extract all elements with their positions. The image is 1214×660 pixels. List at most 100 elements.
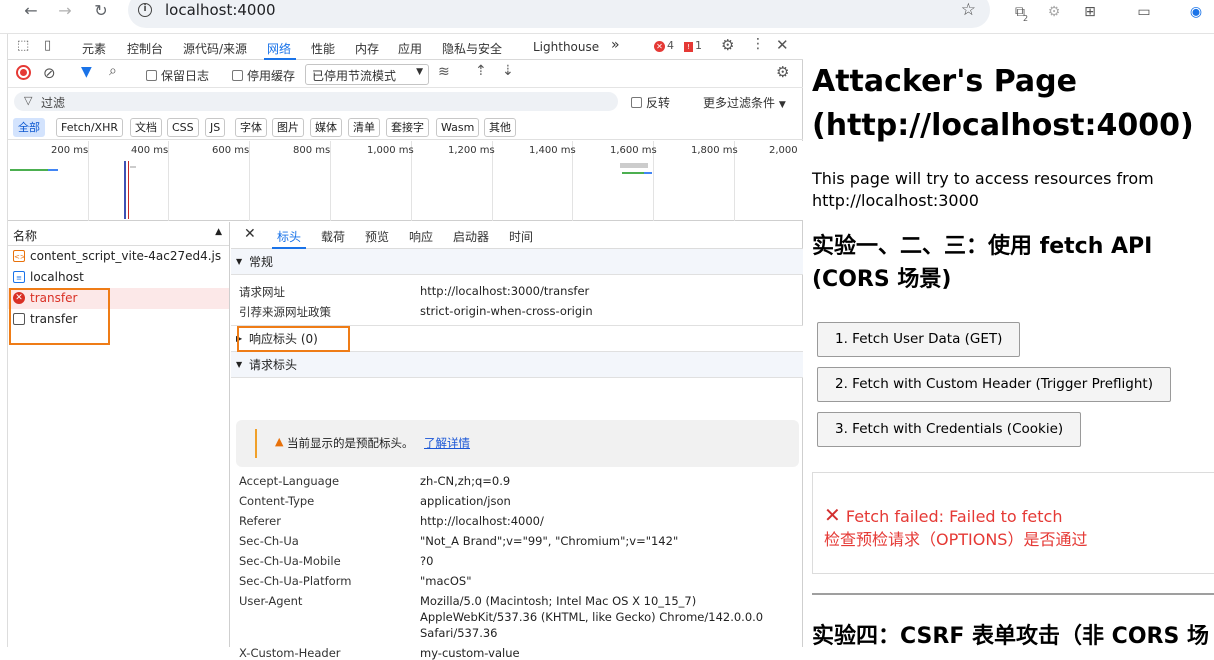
- intro-text: This page will try to access resources f…: [812, 169, 1154, 210]
- tab-payload[interactable]: 载荷: [321, 228, 345, 245]
- network-toolbar: ⊘ ▼ ⌕ 保留日志 停用缓存 已停用节流模式 ▼ ≋ ⇡ ⇣ ⚙: [8, 61, 803, 88]
- disable-cache-checkbox[interactable]: 停用缓存: [232, 67, 295, 84]
- chip-js[interactable]: JS: [205, 118, 226, 137]
- tab-initiator[interactable]: 启动器: [453, 228, 489, 245]
- header-value: my-custom-value: [420, 646, 520, 660]
- header-key: User-Agent: [239, 594, 303, 608]
- more-tabs-icon[interactable]: »: [611, 37, 620, 53]
- general-section-header[interactable]: ▼ 常规: [231, 249, 803, 275]
- profile-icon[interactable]: ◉: [1186, 2, 1206, 22]
- address-bar[interactable]: i localhost:4000 ☆: [128, 0, 990, 28]
- timeline-bar: [48, 169, 58, 171]
- tab-network[interactable]: 网络: [267, 40, 291, 57]
- chip-wasm[interactable]: Wasm: [436, 118, 480, 137]
- sort-asc-icon[interactable]: ▲: [215, 227, 222, 237]
- chip-fetch-xhr[interactable]: Fetch/XHR: [56, 118, 123, 137]
- extension-2-icon[interactable]: ⚙: [1044, 2, 1064, 22]
- filter-input[interactable]: ▽ 过滤: [14, 92, 618, 111]
- tab-response[interactable]: 响应: [409, 228, 433, 245]
- tick-label: 600 ms: [212, 145, 250, 156]
- chip-css[interactable]: CSS: [167, 118, 199, 137]
- request-row[interactable]: ≡ localhost: [8, 267, 229, 288]
- reading-list-icon[interactable]: ▭: [1134, 2, 1154, 22]
- chip-img[interactable]: 图片: [272, 118, 304, 137]
- address-url[interactable]: localhost:4000: [165, 1, 276, 19]
- tab-application[interactable]: 应用: [398, 40, 422, 57]
- chip-media[interactable]: 媒体: [310, 118, 342, 137]
- tick-label: 2,000: [769, 145, 798, 156]
- request-headers-section-header[interactable]: ▼ 请求标头: [231, 352, 803, 378]
- import-har-icon[interactable]: ⇡: [475, 63, 487, 79]
- header-value: "Not_A Brand";v="99", "Chromium";v="142": [420, 534, 679, 548]
- reload-icon[interactable]: ↻: [92, 2, 110, 20]
- dropdown-arrow-icon: ▼: [778, 100, 786, 110]
- site-info-icon[interactable]: i: [138, 3, 152, 17]
- invert-checkbox[interactable]: 反转: [631, 94, 670, 111]
- script-icon: <>: [13, 250, 26, 262]
- request-list: 名称 ▲ <> content_script_vite-4ac27ed4.js ≡ l…: [8, 222, 230, 647]
- more-options-icon[interactable]: ⋮: [751, 36, 765, 52]
- network-conditions-icon[interactable]: ≋: [438, 64, 450, 80]
- header-value: zh-CN,zh;q=0.9: [420, 474, 511, 488]
- filter-funnel-icon[interactable]: ▼: [81, 64, 92, 80]
- network-settings-icon[interactable]: ⚙: [776, 63, 789, 81]
- network-timeline[interactable]: 200 ms 400 ms 600 ms 800 ms 1,000 ms 1,2…: [8, 141, 803, 221]
- referrer-policy-value: strict-origin-when-cross-origin: [420, 304, 593, 318]
- back-icon[interactable]: ←: [22, 2, 40, 20]
- name-column-header[interactable]: 名称 ▲: [8, 222, 229, 246]
- tab-lighthouse[interactable]: Lighthouse: [533, 40, 599, 54]
- more-filters-dropdown[interactable]: 更多过滤条件 ▼: [703, 94, 786, 111]
- close-detail-icon[interactable]: ✕: [244, 226, 256, 242]
- preserve-log-checkbox[interactable]: 保留日志: [146, 67, 209, 84]
- tab-sources[interactable]: 源代码/来源: [183, 40, 247, 57]
- tab-timing[interactable]: 时间: [509, 228, 533, 245]
- learn-more-link[interactable]: 了解详情: [424, 435, 470, 451]
- search-icon[interactable]: ⌕: [109, 63, 117, 79]
- chip-manifest[interactable]: 清单: [348, 118, 380, 137]
- resource-type-chips: 全部 Fetch/XHR 文档 CSS JS 字体 图片 媒体 清单 套接字 W…: [8, 116, 803, 140]
- tab-privacy-security[interactable]: 隐私与安全: [442, 40, 502, 57]
- request-row[interactable]: <> content_script_vite-4ac27ed4.js: [8, 246, 229, 267]
- export-har-icon[interactable]: ⇣: [502, 63, 514, 79]
- fetch-custom-header-button[interactable]: 2. Fetch with Custom Header (Trigger Pre…: [817, 367, 1171, 402]
- puzzle-icon[interactable]: ⊞: [1080, 2, 1100, 22]
- device-toolbar-icon[interactable]: ▯: [44, 38, 51, 53]
- tab-headers[interactable]: 标头: [277, 228, 301, 245]
- tab-preview[interactable]: 预览: [365, 228, 389, 245]
- tab-performance[interactable]: 性能: [311, 40, 335, 57]
- chip-doc[interactable]: 文档: [130, 118, 162, 137]
- issue-icon: !: [684, 42, 693, 52]
- result-box: ✕ Fetch failed: Failed to fetch 检查预检请求（O…: [812, 472, 1214, 574]
- chip-other[interactable]: 其他: [484, 118, 516, 137]
- referrer-policy-label: 引荐来源网址政策: [239, 305, 331, 319]
- bookmark-star-icon[interactable]: ☆: [961, 0, 976, 20]
- inspect-element-icon[interactable]: ⬚: [17, 38, 29, 53]
- clear-icon[interactable]: ⊘: [43, 64, 56, 82]
- header-key: Sec-Ch-Ua-Platform: [239, 574, 352, 588]
- cross-mark-icon: ✕: [824, 503, 841, 527]
- tab-memory[interactable]: 内存: [355, 40, 379, 57]
- tick-label: 1,000 ms: [367, 145, 414, 156]
- chip-font[interactable]: 字体: [235, 118, 267, 137]
- fetch-credentials-button[interactable]: 3. Fetch with Credentials (Cookie): [817, 412, 1082, 447]
- chip-socket[interactable]: 套接字: [386, 118, 429, 137]
- forward-icon[interactable]: →: [56, 2, 74, 20]
- record-icon[interactable]: [16, 65, 31, 80]
- fetch-user-data-button[interactable]: 1. Fetch User Data (GET): [817, 322, 1021, 357]
- web-page: Attacker's Page (http://localhost:4000) T…: [804, 34, 1214, 647]
- throttle-select[interactable]: 已停用节流模式 ▼: [305, 64, 429, 85]
- request-url-label: 请求网址: [239, 285, 285, 299]
- error-count-badge[interactable]: ✕ 4: [654, 39, 674, 52]
- left-edge-strip: [0, 34, 8, 647]
- header-value: "macOS": [420, 574, 472, 588]
- warning-count-badge[interactable]: ! 1: [684, 39, 702, 52]
- close-devtools-icon[interactable]: ✕: [776, 36, 789, 54]
- detail-tabbar: ✕ 标头 载荷 预览 响应 启动器 时间: [231, 222, 803, 249]
- extension-icon[interactable]: ⧉ 2: [1010, 2, 1030, 23]
- settings-gear-icon[interactable]: ⚙: [721, 36, 734, 54]
- expanded-triangle-icon: ▼: [236, 360, 243, 369]
- tab-console[interactable]: 控制台: [127, 40, 163, 57]
- chip-all[interactable]: 全部: [13, 118, 45, 137]
- load-line: [128, 161, 129, 219]
- tab-elements[interactable]: 元素: [82, 40, 106, 57]
